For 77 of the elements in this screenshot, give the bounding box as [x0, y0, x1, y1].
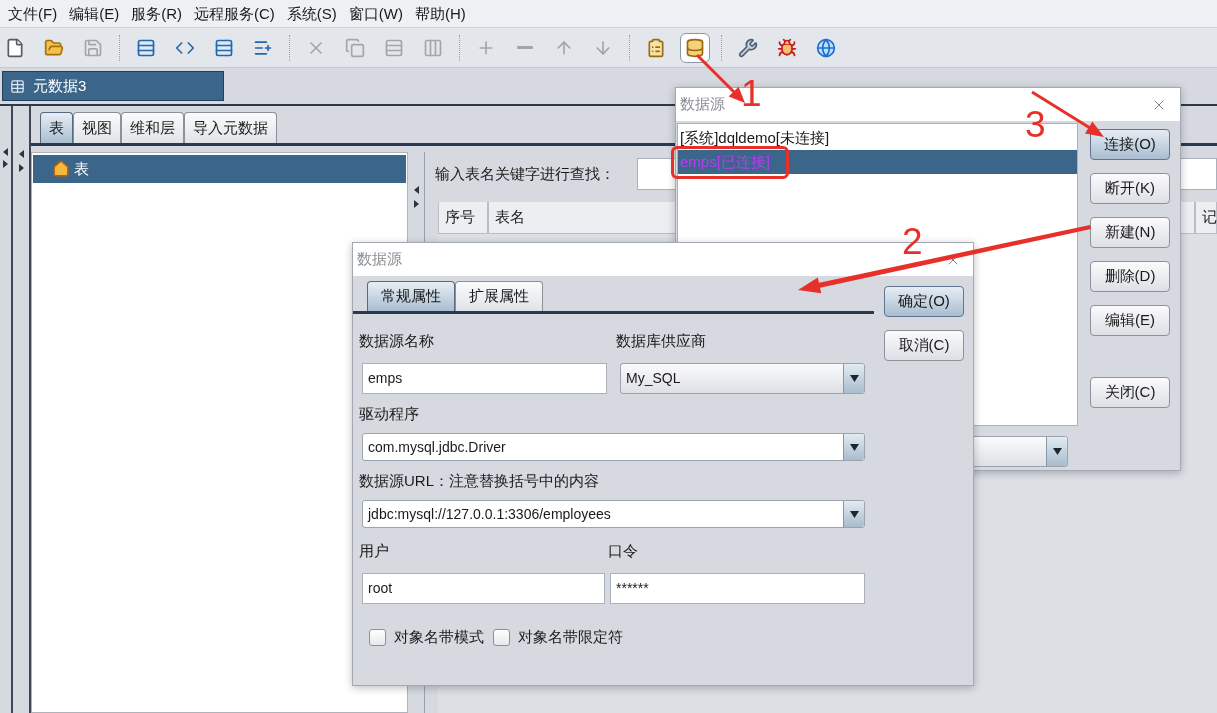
checkbox-label: 对象名带限定符 — [518, 627, 623, 647]
caret-down-icon — [849, 375, 859, 382]
rows-icon — [384, 37, 404, 58]
checkbox[interactable] — [493, 628, 510, 646]
triangle-right-icon[interactable] — [18, 164, 24, 172]
delete-button[interactable]: 删除(D) — [1090, 261, 1170, 292]
caret-down-icon — [849, 443, 859, 451]
ok-button[interactable]: 确定(O) — [884, 286, 964, 317]
column-header[interactable]: 记 — [1195, 202, 1217, 233]
dropdown-button[interactable] — [843, 364, 864, 393]
search-label: 输入表名关键字进行查找： — [435, 163, 615, 184]
text-field[interactable]: emps — [362, 363, 607, 394]
edit-button[interactable]: 编辑(E) — [1090, 305, 1170, 336]
field-label: 数据库供应商 — [616, 330, 706, 351]
menu-item[interactable]: 窗口(W) — [344, 3, 407, 24]
folder-icon — [44, 37, 64, 58]
table-icon — [10, 78, 25, 94]
text-field[interactable]: root — [362, 573, 605, 604]
dropdown-button[interactable] — [843, 501, 864, 527]
menu-item[interactable]: 文件(F) — [4, 3, 62, 24]
field-label: 数据源名称 — [359, 330, 435, 351]
field-label: 用户 — [359, 540, 390, 561]
table-icon — [214, 37, 234, 58]
menu-item[interactable]: 远程服务(C) — [190, 3, 279, 24]
dialog-title: 数据源 — [680, 94, 725, 115]
house-icon — [52, 160, 70, 178]
toolbar-button[interactable] — [680, 32, 710, 63]
dropdown-button[interactable] — [1046, 437, 1067, 466]
panel-tab[interactable]: 维和层 — [121, 112, 184, 143]
panel-tab[interactable]: 导入元数据 — [184, 112, 277, 143]
step-number: 1 — [741, 75, 762, 112]
triangle-right-icon[interactable] — [413, 200, 419, 208]
field-label: 数据源URL：注意替换括号中的内容 — [359, 471, 599, 491]
dialog-title: 数据源 — [357, 249, 402, 270]
field-label: 驱动程序 — [359, 404, 419, 424]
cancel-button[interactable]: 取消(C) — [884, 330, 964, 361]
tree-item[interactable]: 表 — [33, 155, 406, 183]
dropdown-button[interactable] — [843, 434, 864, 460]
menu-item[interactable]: 帮助(H) — [410, 3, 470, 24]
dropdown[interactable]: com.mysql.jdbc.Driver — [362, 433, 865, 461]
panel-tab[interactable]: 视图 — [73, 112, 121, 143]
minus-icon — [517, 46, 533, 49]
dialog-tab[interactable]: 扩展属性 — [455, 281, 543, 311]
menu-item[interactable]: 服务(R) — [127, 3, 186, 24]
step-number: 2 — [902, 223, 923, 260]
caret-down-icon — [849, 510, 859, 518]
close-button[interactable]: 关闭(C) — [1090, 377, 1170, 408]
column-header[interactable]: 序号 — [438, 202, 488, 233]
triangle-left-icon[interactable] — [413, 186, 419, 194]
new-button[interactable]: 新建(N) — [1090, 217, 1170, 248]
checkbox[interactable] — [369, 628, 386, 646]
wrench-icon — [738, 37, 758, 58]
dialog-tab[interactable]: 常规属性 — [367, 281, 455, 311]
connect-button[interactable]: 连接(O) — [1090, 129, 1170, 160]
new-file-icon — [5, 37, 25, 58]
menu-item[interactable]: 编辑(E) — [65, 3, 124, 24]
triangle-left-icon[interactable] — [18, 150, 24, 158]
triangle-right-icon[interactable] — [3, 160, 8, 168]
panel-tab[interactable]: 表 — [40, 112, 73, 143]
dropdown[interactable]: My_SQL — [620, 363, 865, 394]
caret-down-icon — [1052, 448, 1062, 455]
triangle-left-icon[interactable] — [3, 148, 8, 156]
disconnect-button[interactable]: 断开(K) — [1090, 173, 1170, 204]
field-label: 口令 — [608, 540, 638, 561]
table-icon — [136, 37, 156, 58]
clipboard-icon — [646, 37, 666, 58]
columns-icon — [423, 37, 443, 58]
dropdown[interactable]: jdbc:mysql://127.0.0.1:3306/employees — [362, 500, 865, 528]
menu-item[interactable]: 系统(S) — [282, 3, 341, 24]
password-field[interactable]: ****** — [610, 573, 865, 604]
bug-icon — [777, 37, 797, 58]
globe-icon — [816, 37, 836, 58]
checkbox-label: 对象名带模式 — [394, 627, 484, 647]
save-icon — [83, 37, 103, 58]
document-tab[interactable]: 元数据3 — [2, 71, 224, 101]
copy-icon — [345, 37, 365, 58]
database-icon — [685, 37, 705, 58]
